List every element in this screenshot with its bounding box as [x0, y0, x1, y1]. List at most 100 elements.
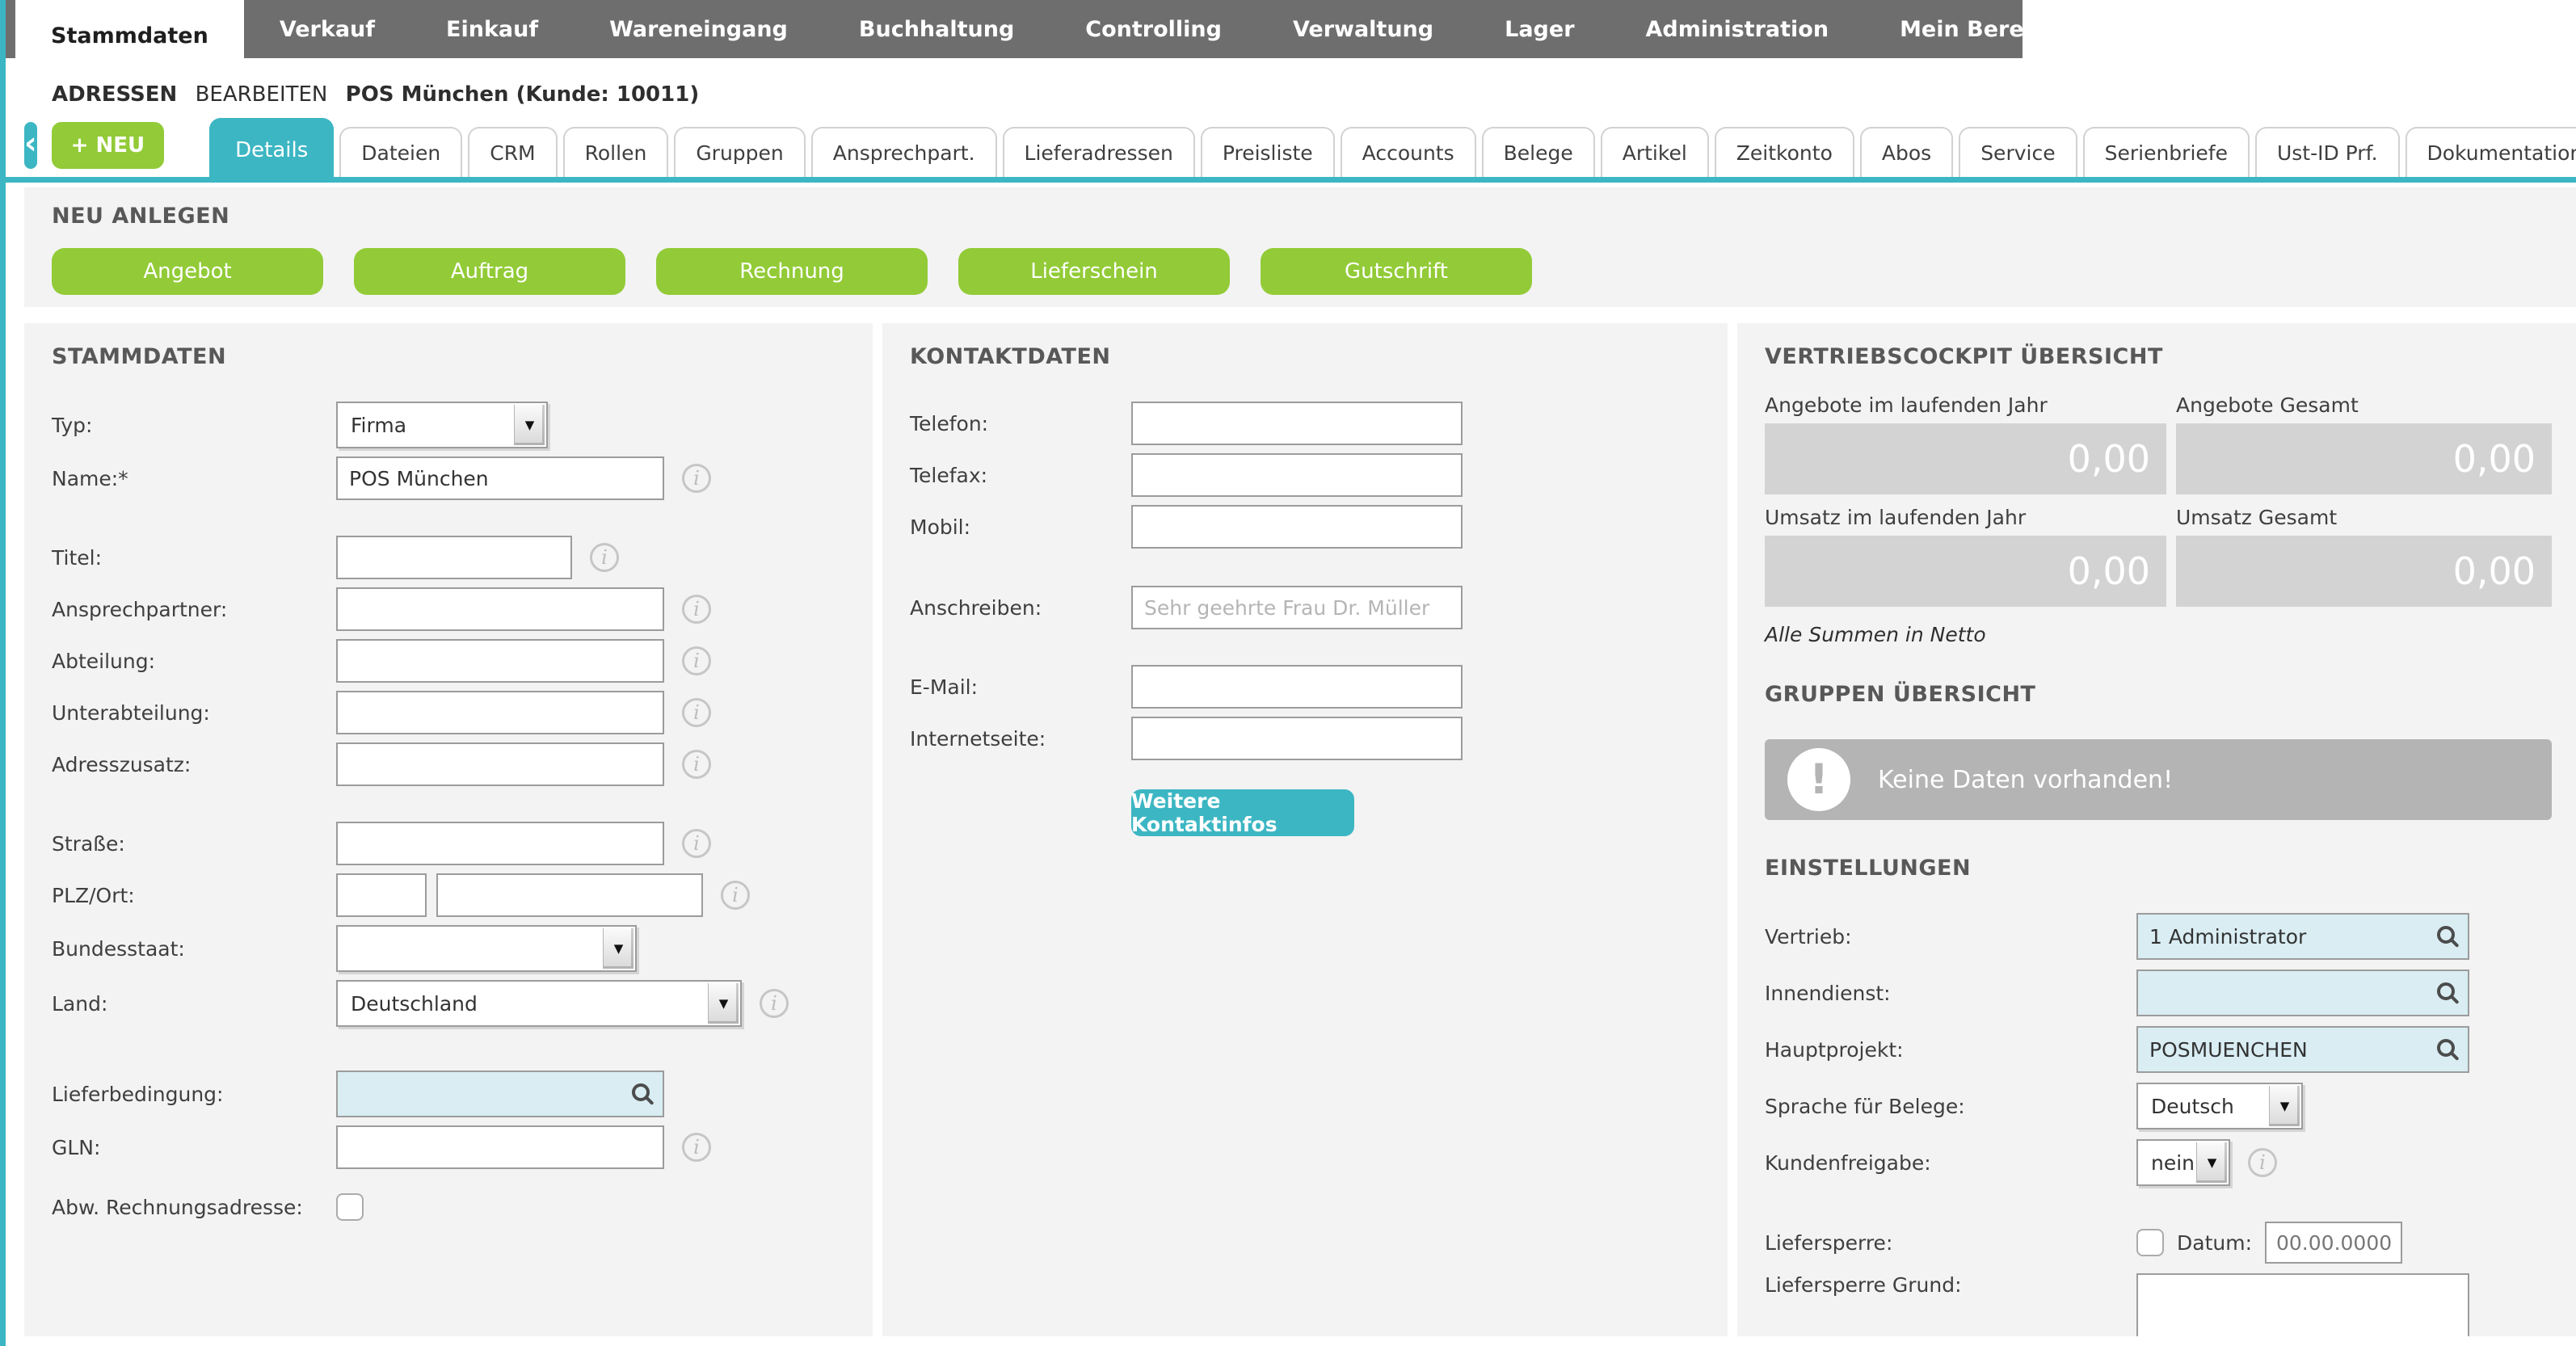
info-icon[interactable]: i [682, 464, 711, 493]
select-arrow: ▼ [514, 405, 545, 445]
stammdaten-title: STAMMDATEN [52, 344, 227, 369]
mobil-field[interactable] [1131, 505, 1463, 549]
datum-label: Datum: [2177, 1230, 2252, 1255]
info-icon[interactable]: i [682, 1133, 711, 1162]
info-icon[interactable]: i [682, 698, 711, 727]
titel-field[interactable] [336, 536, 572, 579]
tab-preisliste[interactable]: Preisliste [1200, 127, 1335, 177]
typ-select-value: Firma [351, 413, 407, 437]
hauptprojekt-search[interactable] [2136, 1026, 2469, 1073]
abteilung-field[interactable] [336, 639, 664, 683]
info-icon[interactable]: i [721, 881, 750, 910]
tab-serienbriefe[interactable]: Serienbriefe [2082, 127, 2250, 177]
menu-item-verwaltung[interactable]: Verwaltung [1257, 0, 1469, 58]
menu-item-lager[interactable]: Lager [1469, 0, 1610, 58]
quick-create-panel: NEU ANLEGEN Angebot Auftrag Rechnung Lie… [24, 187, 2576, 307]
info-icon[interactable]: i [590, 543, 619, 572]
vertrieb-search[interactable] [2136, 913, 2469, 960]
right-section: VERTRIEBSCOCKPIT ÜBERSICHT Angebote im l… [1737, 323, 2576, 1336]
tab-ust-id-prf[interactable]: Ust-ID Prf. [2254, 127, 2400, 177]
info-icon[interactable]: i [682, 646, 711, 675]
ort-field[interactable] [436, 873, 703, 917]
kundenfreigabe-select-value: nein [2151, 1150, 2195, 1175]
create-gutschrift-button[interactable]: Gutschrift [1261, 248, 1532, 295]
liefersperre-datum-field[interactable] [2265, 1222, 2402, 1264]
tab-service[interactable]: Service [1959, 127, 2077, 177]
select-arrow: ▼ [708, 983, 739, 1024]
tab-zeitkonto[interactable]: Zeitkonto [1714, 127, 1854, 177]
mobil-label: Mobil: [910, 515, 971, 539]
adresszusatz-field[interactable] [336, 742, 664, 786]
tab-artikel[interactable]: Artikel [1600, 127, 1709, 177]
hauptprojekt-field[interactable] [2138, 1028, 2468, 1071]
tab-accounts[interactable]: Accounts [1340, 127, 1476, 177]
bundesstaat-select[interactable]: ▼ [336, 925, 637, 972]
innendienst-label: Innendienst: [1765, 981, 1891, 1005]
name-field[interactable] [336, 456, 664, 500]
menu-item-stammdaten[interactable]: Stammdaten [15, 0, 244, 71]
land-select[interactable]: Deutschland ▼ [336, 980, 742, 1027]
info-icon[interactable]: i [682, 595, 711, 624]
lieferbedingung-search[interactable] [336, 1070, 664, 1117]
chevron-left-icon: ‹ [24, 125, 37, 161]
create-auftrag-button[interactable]: Auftrag [354, 248, 625, 295]
vertriebscockpit-stats: Angebote im laufenden Jahr 0,00 Angebote… [1765, 393, 2552, 618]
lieferbedingung-field[interactable] [338, 1072, 663, 1116]
vertrieb-field[interactable] [2138, 915, 2468, 958]
tab-dateien[interactable]: Dateien [339, 127, 463, 177]
typ-select[interactable]: Firma ▼ [336, 402, 548, 448]
back-button[interactable]: ‹ [24, 122, 37, 169]
menu-item-verkauf[interactable]: Verkauf [244, 0, 410, 58]
unterabteilung-field[interactable] [336, 691, 664, 734]
tab-rollen[interactable]: Rollen [562, 127, 669, 177]
tab-ansprechpart[interactable]: Ansprechpart. [810, 127, 997, 177]
create-angebot-button[interactable]: Angebot [52, 248, 323, 295]
innendienst-field[interactable] [2138, 971, 2468, 1015]
menu-item-administration[interactable]: Administration [1610, 0, 1865, 58]
search-icon [2437, 982, 2455, 1000]
tab-abos[interactable]: Abos [1859, 127, 1954, 177]
ansprechpartner-field[interactable] [336, 587, 664, 631]
menu-item-einkauf[interactable]: Einkauf [410, 0, 574, 58]
tab-belege[interactable]: Belege [1481, 127, 1595, 177]
strasse-field[interactable] [336, 822, 664, 865]
gln-field[interactable] [336, 1125, 664, 1169]
email-field[interactable] [1131, 665, 1463, 709]
create-rechnung-button[interactable]: Rechnung [656, 248, 928, 295]
liefersperre-grund-textarea[interactable] [2136, 1273, 2469, 1336]
tab-dokumentation[interactable]: Dokumentation [2405, 127, 2576, 177]
stat-label: Angebote im laufenden Jahr [1765, 393, 2048, 417]
tab-details[interactable]: Details [209, 118, 335, 183]
innendienst-search[interactable] [2136, 970, 2469, 1016]
ansprechpartner-label: Ansprechpartner: [52, 597, 228, 621]
email-label: E-Mail: [910, 675, 979, 699]
tab-gruppen[interactable]: Gruppen [674, 127, 806, 177]
abw-rechnungsadresse-checkbox[interactable] [336, 1193, 364, 1221]
menu-item-controlling[interactable]: Controlling [1050, 0, 1257, 58]
tab-bar: ‹ + NEU Details Dateien CRM Rollen Grupp… [0, 116, 2576, 183]
vertrieb-label: Vertrieb: [1765, 924, 1852, 949]
strasse-label: Straße: [52, 831, 125, 856]
create-lieferschein-button[interactable]: Lieferschein [958, 248, 1230, 295]
sprache-select[interactable]: Deutsch ▼ [2136, 1083, 2303, 1129]
liefersperre-checkbox[interactable] [2136, 1229, 2164, 1256]
weitere-kontaktinfos-button[interactable]: Weitere Kontaktinfos [1131, 789, 1354, 836]
kundenfreigabe-select[interactable]: nein ▼ [2136, 1139, 2230, 1186]
kontaktdaten-title: KONTAKTDATEN [910, 344, 1111, 369]
internetseite-field[interactable] [1131, 717, 1463, 760]
new-button[interactable]: + NEU [51, 122, 165, 169]
tab-crm[interactable]: CRM [468, 127, 558, 177]
telefon-field[interactable] [1131, 402, 1463, 445]
info-icon[interactable]: i [682, 829, 711, 858]
plz-field[interactable] [336, 873, 427, 917]
info-icon[interactable]: i [682, 750, 711, 779]
menu-item-mein-bereich[interactable]: Mein Bereich [1864, 0, 2095, 58]
info-icon[interactable]: i [760, 989, 789, 1018]
tab-lieferadressen[interactable]: Lieferadressen [1002, 127, 1195, 177]
kundenfreigabe-label: Kundenfreigabe: [1765, 1150, 1931, 1175]
anschreiben-field[interactable] [1131, 586, 1463, 629]
info-icon[interactable]: i [2248, 1148, 2277, 1177]
telefax-field[interactable] [1131, 453, 1463, 497]
menu-item-buchhaltung[interactable]: Buchhaltung [823, 0, 1050, 58]
menu-item-wareneingang[interactable]: Wareneingang [574, 0, 823, 58]
